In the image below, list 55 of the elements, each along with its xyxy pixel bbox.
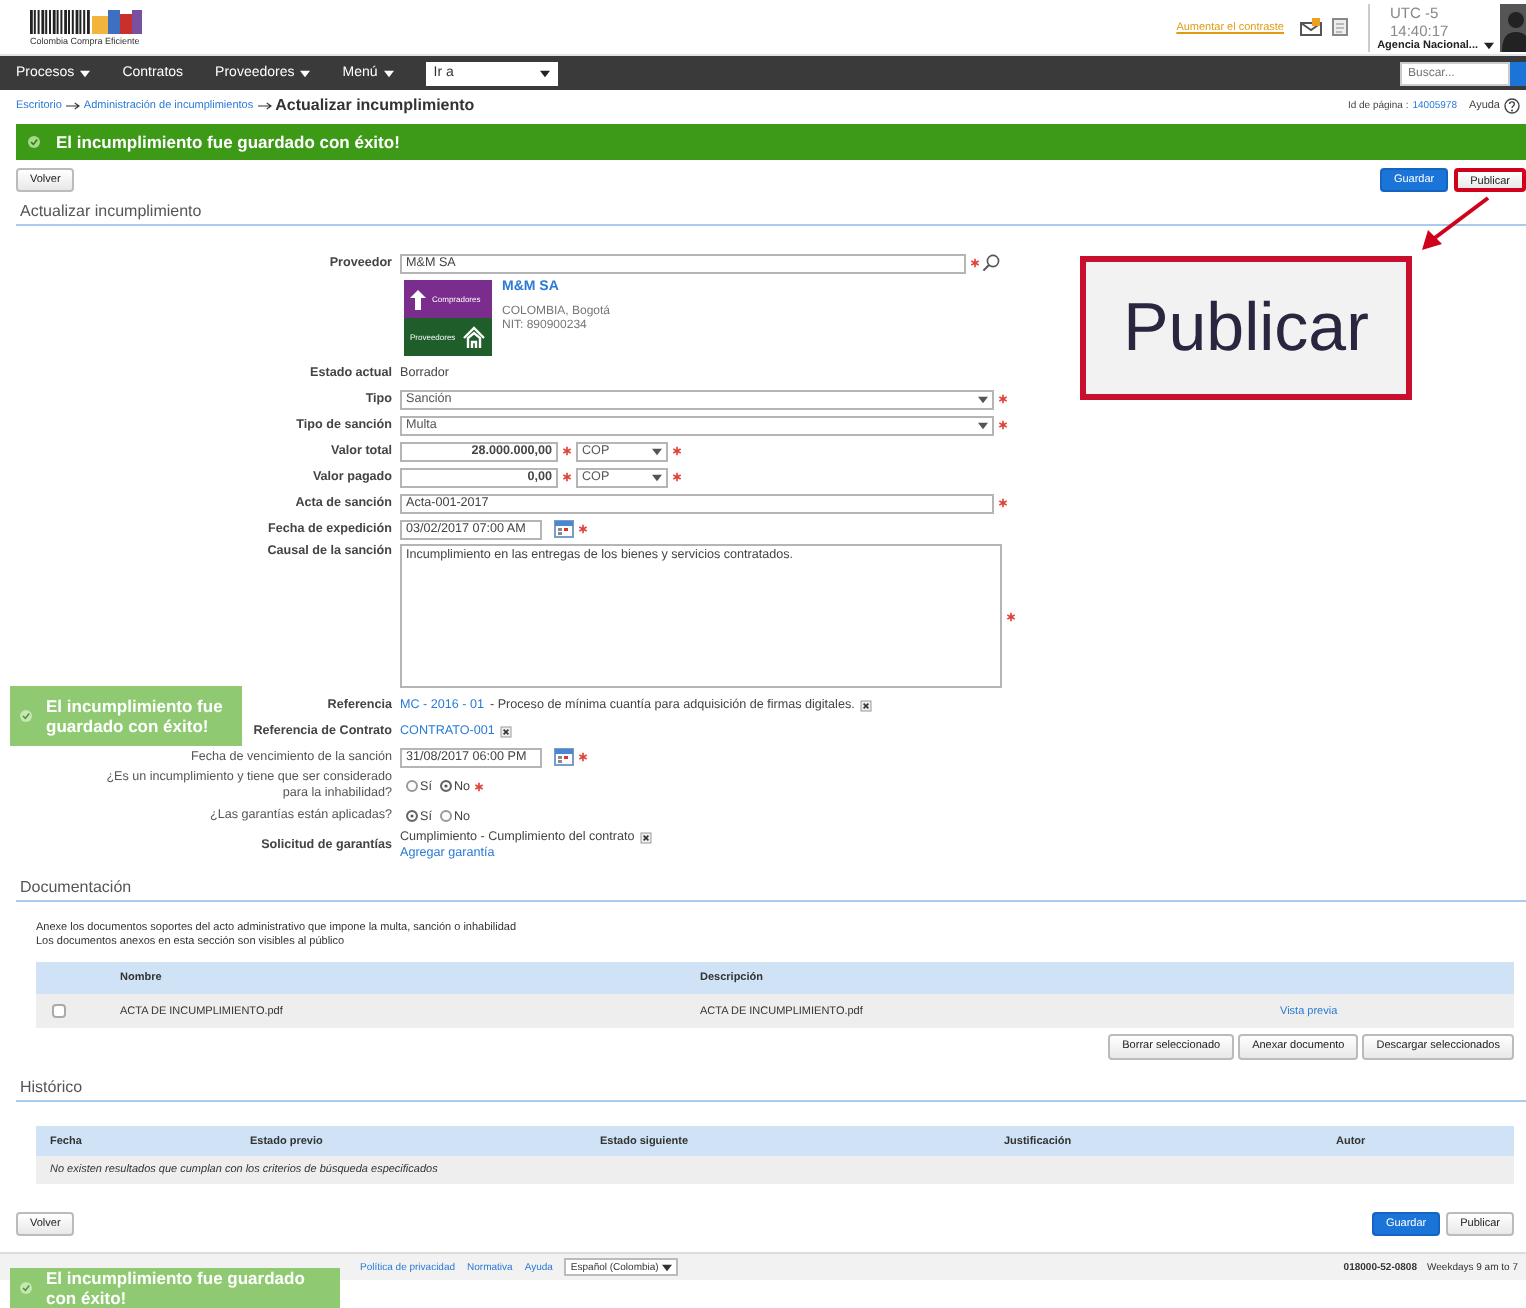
asterisk-icon bbox=[970, 258, 980, 268]
section-title: Documentación bbox=[16, 878, 1526, 902]
radio-button[interactable] bbox=[439, 810, 452, 822]
calendar-icon[interactable] bbox=[554, 520, 574, 538]
success-message: El incumplimiento fue guardado con éxito! bbox=[56, 132, 400, 152]
remove-icon[interactable] bbox=[860, 699, 873, 711]
asterisk-icon bbox=[578, 752, 588, 762]
house-icon bbox=[461, 325, 486, 349]
caret-icon bbox=[978, 395, 988, 403]
caret-icon bbox=[80, 69, 91, 77]
caret-icon bbox=[652, 473, 662, 481]
mail-icon[interactable] bbox=[1300, 18, 1322, 36]
up-arrow-icon bbox=[410, 289, 426, 309]
asterisk-icon bbox=[578, 524, 588, 534]
check-icon bbox=[20, 710, 32, 722]
arrow-icon bbox=[257, 101, 272, 109]
asterisk-icon bbox=[562, 472, 572, 482]
asterisk-icon bbox=[998, 420, 1008, 430]
search-icon[interactable] bbox=[982, 254, 1000, 272]
radio-button[interactable] bbox=[406, 780, 418, 792]
caret-icon bbox=[539, 69, 550, 77]
radio-button[interactable] bbox=[439, 780, 452, 792]
asterisk-icon bbox=[1006, 611, 1016, 621]
user-silhouette-icon[interactable] bbox=[1500, 3, 1526, 51]
zoomed-publish-callout: Publicar bbox=[1080, 256, 1412, 400]
toast-message: El incumplimiento fue guardado con éxito! bbox=[46, 1268, 307, 1308]
remove-icon[interactable] bbox=[640, 831, 653, 843]
check-icon bbox=[20, 1282, 32, 1294]
toast-message: El incumplimiento fue guardado con éxito! bbox=[46, 696, 225, 736]
search-button[interactable] bbox=[1510, 61, 1526, 85]
remove-icon[interactable] bbox=[500, 725, 513, 737]
section-title: Actualizar incumplimiento bbox=[16, 202, 1526, 226]
caret-icon bbox=[978, 421, 988, 429]
asterisk-icon bbox=[672, 472, 682, 482]
caret-icon bbox=[652, 447, 662, 455]
arrow-icon bbox=[65, 101, 80, 109]
caret-icon bbox=[662, 1263, 673, 1271]
breadcrumb-current: Actualizar incumplimiento bbox=[275, 96, 475, 114]
row-checkbox[interactable] bbox=[52, 1004, 66, 1018]
barcode-logo-icon bbox=[30, 9, 142, 33]
asterisk-icon bbox=[562, 446, 572, 456]
help-icon[interactable] bbox=[1504, 97, 1520, 113]
pointer-arrow bbox=[1416, 196, 1492, 256]
asterisk-icon bbox=[998, 394, 1008, 404]
caret-icon bbox=[383, 69, 394, 77]
asterisk-icon bbox=[474, 781, 485, 791]
document-icon[interactable] bbox=[1332, 18, 1348, 36]
asterisk-icon bbox=[998, 498, 1008, 508]
section-title: Histórico bbox=[16, 1078, 1526, 1102]
check-icon bbox=[28, 136, 40, 148]
radio-button[interactable] bbox=[406, 810, 418, 822]
asterisk-icon bbox=[672, 446, 682, 456]
caret-icon bbox=[1484, 41, 1494, 49]
calendar-icon[interactable] bbox=[554, 748, 574, 766]
caret-icon bbox=[300, 69, 311, 77]
